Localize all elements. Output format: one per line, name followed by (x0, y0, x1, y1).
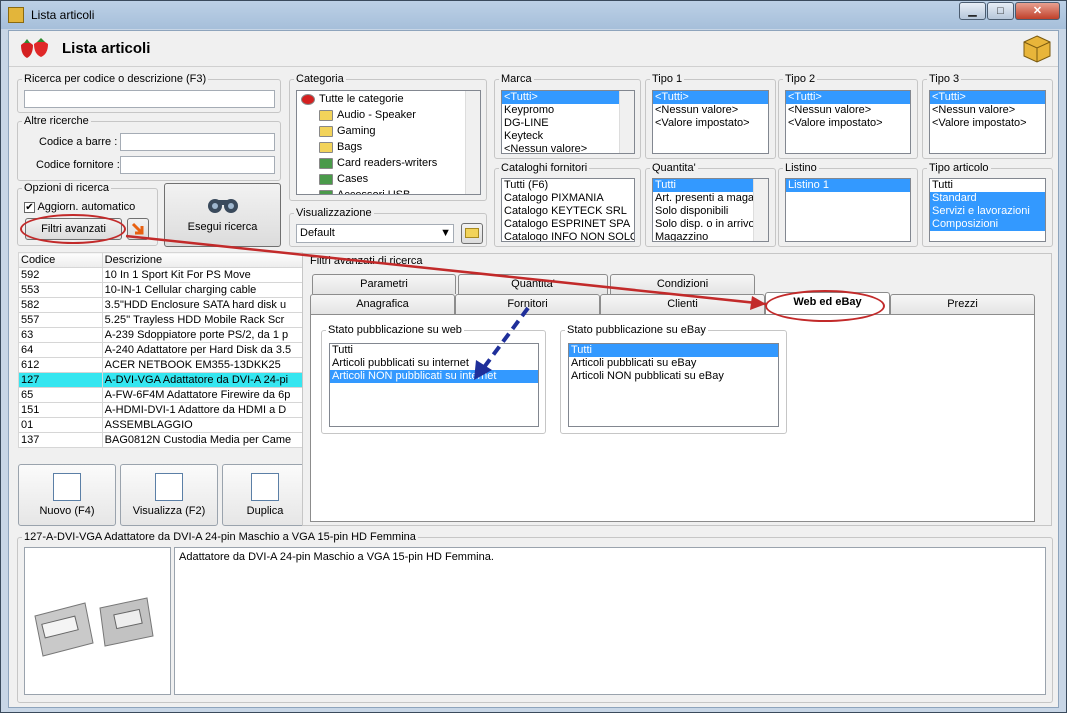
annotation-arrows (125, 234, 767, 380)
